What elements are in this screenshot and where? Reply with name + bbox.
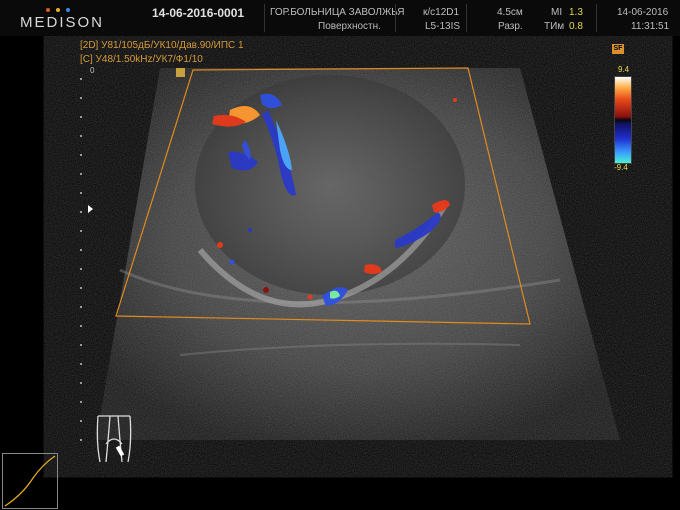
colorbar-min: -9.4 [614,163,628,172]
header-bar: MEDISON 14-06-2016-0001 ГОР.БОЛЬНИЦА ЗАВ… [0,0,680,36]
divider [466,4,467,32]
sf-icon: SF [612,44,624,54]
medison-logo: MEDISON [20,8,102,34]
freeze-icon [176,68,185,77]
brand-name: MEDISON [20,14,105,31]
mi-label: MI [551,7,563,18]
tim-value: 0.8 [569,21,583,32]
divider [264,4,265,32]
color-parameters: [C] У48/1.50kHz/УК7/Ф1/10 [80,54,203,65]
divider [395,4,396,32]
depth-zero-label: 0 [90,66,95,75]
color-velocity-bar [614,76,632,164]
exam-date: 14-06-2016 [617,7,669,18]
tim-label: ТИм [544,21,565,32]
resolution-label: Разр. [498,21,523,32]
gray-map-curve-icon [2,453,58,509]
2d-parameters: [2D] У81/105дБ/УК10/Дав.90/ИПС 1 [80,40,244,51]
probe-name: L5-13IS [425,21,461,32]
colorbar-max: 9.4 [618,65,630,74]
preset-name: к/с12D1 [423,7,460,18]
focus-marker-icon[interactable] [88,205,93,213]
mi-value: 1.3 [569,7,583,18]
patient-id: 14-06-2016-0001 [152,6,245,20]
depth-value: 4.5см [497,7,523,18]
divider [596,4,597,32]
exam-type: Поверхностн. [318,21,381,32]
probe-body-mark-icon [96,415,132,463]
institution-name: ГОР.БОЛЬНИЦА ЗАВОЛЖЬЯ [270,7,405,18]
exam-time: 11:31:51 [631,21,670,32]
